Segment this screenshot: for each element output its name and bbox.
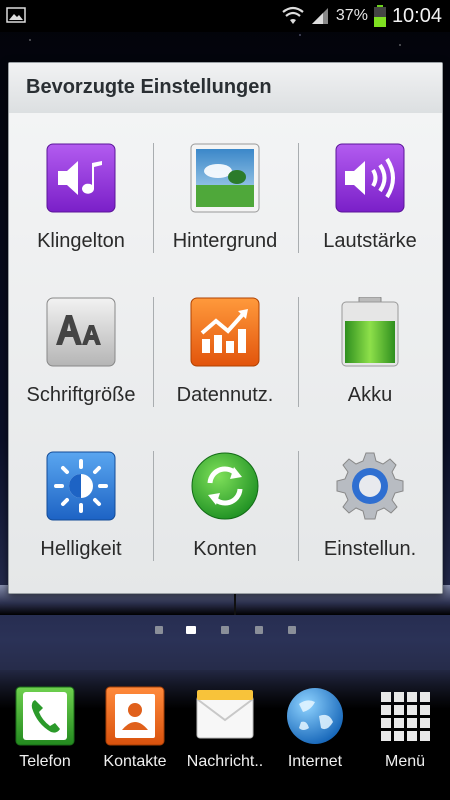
page-dot-active[interactable] bbox=[186, 626, 196, 634]
setting-ringtone[interactable]: Klingelton bbox=[9, 113, 153, 267]
dock-label: Nachricht.. bbox=[186, 753, 264, 770]
setting-font-size[interactable]: Schriftgröße bbox=[9, 267, 153, 421]
dock-phone[interactable]: Telefon bbox=[0, 686, 90, 786]
setting-all-settings[interactable]: Einstellun. bbox=[298, 421, 442, 575]
setting-label: Konten bbox=[193, 538, 257, 560]
page-dot[interactable] bbox=[221, 626, 229, 634]
panel-header: Bevorzugte Einstellungen bbox=[9, 63, 442, 115]
page-dot[interactable] bbox=[155, 626, 163, 634]
picture-icon bbox=[6, 7, 26, 23]
dock-label: Kontakte bbox=[103, 753, 167, 770]
setting-label: Akku bbox=[347, 384, 393, 406]
clock: 10:04 bbox=[391, 4, 442, 27]
setting-label: Einstellun. bbox=[323, 538, 417, 560]
contacts-icon bbox=[105, 686, 165, 746]
setting-wallpaper[interactable]: Hintergrund bbox=[153, 113, 297, 267]
dock-contacts[interactable]: Kontakte bbox=[90, 686, 180, 786]
font-size-icon bbox=[46, 297, 116, 367]
setting-battery[interactable]: Akku bbox=[298, 267, 442, 421]
sync-accounts-icon bbox=[191, 452, 259, 520]
dock-messages[interactable]: Nachricht.. bbox=[180, 686, 270, 786]
battery-percent: 37% bbox=[335, 7, 368, 24]
battery-icon bbox=[373, 5, 386, 27]
setting-label: Schriftgröße bbox=[26, 384, 136, 406]
data-usage-icon bbox=[190, 297, 260, 367]
page-indicator[interactable] bbox=[0, 623, 450, 635]
setting-label: Datennutz. bbox=[176, 384, 274, 406]
wifi-icon bbox=[282, 6, 304, 24]
status-bar: 37% 10:04 bbox=[0, 0, 450, 32]
setting-label: Lautstärke bbox=[323, 230, 417, 252]
globe-icon bbox=[287, 688, 343, 744]
setting-data-usage[interactable]: Datennutz. bbox=[153, 267, 297, 421]
messages-icon bbox=[196, 690, 254, 739]
settings-gear-icon bbox=[336, 452, 404, 520]
dock-label: Telefon bbox=[19, 753, 71, 770]
volume-icon bbox=[335, 143, 405, 213]
page-dot[interactable] bbox=[288, 626, 296, 634]
setting-label: Klingelton bbox=[37, 230, 125, 252]
phone-icon bbox=[15, 686, 75, 746]
ringtone-icon bbox=[46, 143, 116, 213]
wallpaper-icon bbox=[190, 143, 260, 213]
page-dot[interactable] bbox=[255, 626, 263, 634]
dock-apps-menu[interactable]: Menü bbox=[360, 686, 450, 786]
apps-grid-icon bbox=[381, 692, 430, 741]
setting-brightness[interactable]: Helligkeit bbox=[9, 421, 153, 575]
setting-label: Helligkeit bbox=[40, 538, 122, 560]
settings-grid: Klingelton Hintergrund Lautstärke Schrif… bbox=[9, 113, 442, 593]
brightness-icon bbox=[46, 451, 116, 521]
favorite-settings-panel: Bevorzugte Einstellungen Klingelton Hint… bbox=[8, 62, 443, 594]
dock: Telefon Kontakte Nachricht.. Internet Me… bbox=[0, 670, 450, 800]
signal-icon bbox=[311, 8, 328, 24]
dock-label: Menü bbox=[384, 753, 426, 770]
battery-icon bbox=[341, 297, 399, 367]
panel-title: Bevorzugte Einstellungen bbox=[26, 76, 272, 98]
dock-internet[interactable]: Internet bbox=[270, 686, 360, 786]
setting-accounts[interactable]: Konten bbox=[153, 421, 297, 575]
setting-volume[interactable]: Lautstärke bbox=[298, 113, 442, 267]
setting-label: Hintergrund bbox=[172, 230, 278, 252]
dock-label: Internet bbox=[287, 753, 343, 770]
